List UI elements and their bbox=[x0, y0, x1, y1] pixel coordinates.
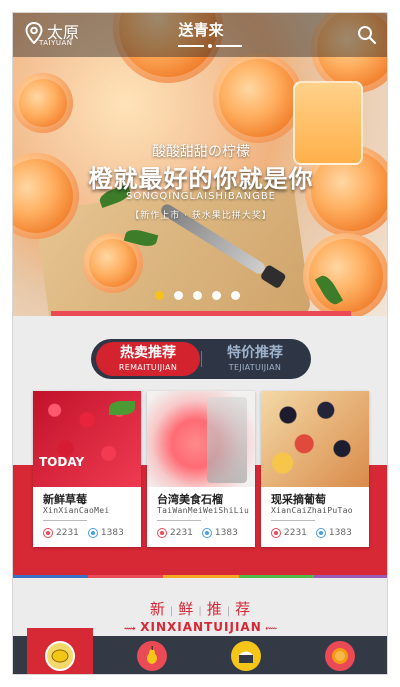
carousel-dots bbox=[155, 291, 240, 300]
views-count: 2231 bbox=[170, 528, 193, 538]
divider bbox=[157, 520, 201, 521]
product-pinyin: XinXianCaoMei bbox=[43, 506, 110, 515]
cake-icon bbox=[239, 651, 253, 663]
product-name: 台湾美食石榴 bbox=[157, 493, 223, 506]
tab-sublabel: REMAITUIJIAN bbox=[118, 363, 178, 372]
nav-lemon[interactable] bbox=[45, 641, 75, 671]
orange-half-image bbox=[213, 53, 303, 143]
arrow-right-icon: ⬳ bbox=[261, 624, 278, 633]
color-stripe bbox=[13, 575, 387, 578]
strawberry-image: TODAY bbox=[33, 391, 141, 487]
section-title-char: 鲜 bbox=[178, 600, 196, 618]
section-title: 新 | 鲜 | 推 | 荐 bbox=[149, 600, 253, 618]
page-title: 送青来 bbox=[178, 21, 224, 39]
likes-count: 1383 bbox=[214, 528, 238, 538]
likes-count: 1383 bbox=[328, 528, 352, 538]
nav-pear[interactable] bbox=[137, 641, 167, 671]
orange-icon bbox=[332, 648, 348, 664]
phone-screen: 酸酸甜甜の柠檬 橙就最好的你就是你 SONGQINGLAISHIBANGBE 【… bbox=[12, 12, 388, 675]
pear-icon bbox=[147, 646, 157, 664]
orange-image bbox=[13, 73, 73, 133]
product-name: 新鲜草莓 bbox=[43, 493, 87, 506]
tab-label: 特价推荐 bbox=[227, 345, 283, 361]
banner-pinyin: SONGQINGLAISHIBANGBE bbox=[125, 191, 276, 202]
likes-icon bbox=[201, 528, 212, 538]
likes-count: 1383 bbox=[100, 528, 124, 538]
section-title-char: 推 bbox=[206, 600, 224, 618]
search-icon[interactable] bbox=[357, 25, 377, 49]
nav-orange[interactable] bbox=[325, 641, 355, 671]
carousel-dot[interactable] bbox=[174, 291, 183, 300]
section-title-char: 新 bbox=[149, 600, 167, 618]
bottom-nav bbox=[13, 628, 387, 674]
likes-icon bbox=[315, 528, 326, 538]
product-name: 现采摘葡萄 bbox=[271, 493, 326, 506]
banner-accent-bar bbox=[51, 311, 351, 316]
divider bbox=[43, 520, 87, 521]
product-stats: 2231 1383 bbox=[157, 528, 247, 538]
title-underline bbox=[178, 44, 242, 48]
likes-icon bbox=[87, 528, 98, 538]
product-stats: 2231 1383 bbox=[271, 528, 361, 538]
product-stats: 2231 1383 bbox=[43, 528, 133, 538]
tab-hot-recommend[interactable]: 热卖推荐 REMAITUIJIAN bbox=[96, 342, 200, 376]
banner-carousel[interactable]: 酸酸甜甜の柠檬 橙就最好的你就是你 SONGQINGLAISHIBANGBE 【… bbox=[13, 13, 387, 316]
carousel-dot[interactable] bbox=[155, 291, 164, 300]
banner-subline: 【新作上市 · 获水果比拼大奖】 bbox=[130, 211, 272, 221]
tab-special-price[interactable]: 特价推荐 TEJIATUIJIAN bbox=[203, 342, 307, 376]
app-frame: 酸酸甜甜の柠檬 橙就最好的你就是你 SONGQINGLAISHIBANGBE 【… bbox=[0, 0, 400, 687]
recommend-tabs: 热卖推荐 REMAITUIJIAN 特价推荐 TEJIATUIJIAN bbox=[91, 339, 311, 379]
top-header: 太原 TAIYUAN 送青来 bbox=[13, 13, 387, 57]
tab-divider bbox=[201, 351, 202, 367]
nav-cake[interactable] bbox=[231, 641, 261, 671]
banner-tagline: 酸酸甜甜の柠檬 bbox=[152, 144, 250, 160]
carousel-dot[interactable] bbox=[193, 291, 202, 300]
divider bbox=[271, 520, 315, 521]
leaf-image bbox=[109, 401, 135, 415]
product-pinyin: XianCaiZhaiPuTao bbox=[271, 506, 353, 515]
carousel-dot[interactable] bbox=[212, 291, 221, 300]
arrow-left-icon: ⟿ bbox=[124, 624, 141, 633]
banner-headline: 橙就最好的你就是你 bbox=[88, 165, 314, 193]
grapefruit-image bbox=[147, 391, 255, 487]
city-pinyin: TAIYUAN bbox=[39, 39, 73, 47]
lemon-icon bbox=[51, 649, 69, 663]
views-icon bbox=[271, 528, 281, 538]
tab-label: 热卖推荐 bbox=[120, 345, 176, 361]
views-count: 2231 bbox=[56, 528, 79, 538]
product-card[interactable]: 台湾美食石榴 TaiWanMeiWeiShiLiu 2231 1383 bbox=[147, 391, 255, 547]
section-subtitle-text: XINXIANTUIJIAN bbox=[140, 620, 262, 634]
fruit-tart-image bbox=[261, 391, 369, 487]
section-title-char: 荐 bbox=[235, 600, 253, 618]
views-icon bbox=[157, 528, 167, 538]
tab-sublabel: TEJIATUIJIAN bbox=[228, 363, 282, 372]
carousel-dot[interactable] bbox=[231, 291, 240, 300]
glass-image bbox=[207, 397, 247, 483]
product-pinyin: TaiWanMeiWeiShiLiu bbox=[157, 506, 250, 515]
views-count: 2231 bbox=[284, 528, 307, 538]
product-card[interactable]: TODAY 新鲜草莓 XinXianCaoMei 2231 1383 bbox=[33, 391, 141, 547]
product-badge: TODAY bbox=[39, 455, 85, 469]
views-icon bbox=[43, 528, 53, 538]
product-card[interactable]: 现采摘葡萄 XianCaiZhaiPuTao 2231 1383 bbox=[261, 391, 369, 547]
orange-image bbox=[303, 233, 387, 316]
